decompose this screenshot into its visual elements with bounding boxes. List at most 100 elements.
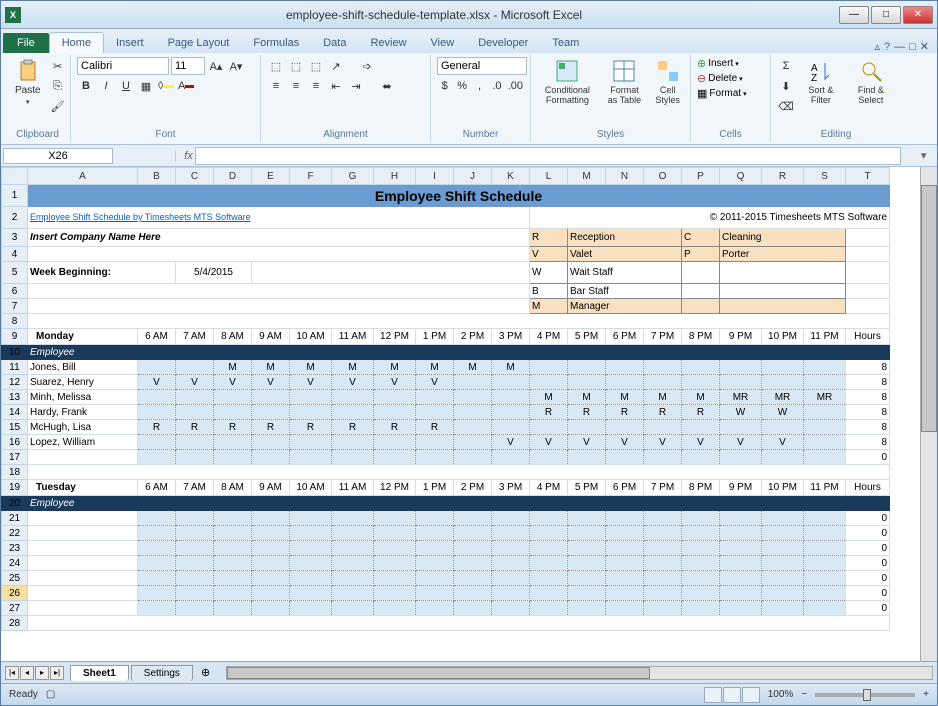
select-all-button[interactable] [2,168,28,185]
shift-cell[interactable] [530,360,568,375]
employee-name-cell[interactable] [28,571,138,586]
employee-name-cell[interactable]: Lopez, William [28,435,138,450]
shift-cell[interactable] [214,571,252,586]
row-header-20[interactable]: 20 [2,496,28,511]
shift-cell[interactable] [804,511,846,526]
tab-review[interactable]: Review [358,33,418,53]
shift-cell[interactable] [568,511,606,526]
shift-cell[interactable] [492,526,530,541]
shift-cell[interactable] [138,541,176,556]
shift-cell[interactable] [530,375,568,390]
shift-cell[interactable] [252,571,290,586]
increase-indent-button[interactable]: ⇥ [347,77,365,95]
shift-cell[interactable] [492,390,530,405]
shift-cell[interactable] [606,541,644,556]
shift-cell[interactable] [290,556,332,571]
shift-cell[interactable]: V [290,375,332,390]
shift-cell[interactable]: MR [804,390,846,405]
vertical-scrollbar[interactable] [920,167,937,661]
row-header-18[interactable]: 18 [2,465,28,480]
shift-cell[interactable] [762,556,804,571]
shift-cell[interactable] [530,420,568,435]
shift-cell[interactable] [644,526,682,541]
shift-cell[interactable]: V [138,375,176,390]
row-header-16[interactable]: 16 [2,435,28,450]
shift-cell[interactable] [214,390,252,405]
col-header-I[interactable]: I [416,168,454,185]
shift-cell[interactable]: M [332,360,374,375]
shift-cell[interactable] [762,450,804,465]
shift-cell[interactable] [214,556,252,571]
zoom-out-button[interactable]: − [801,689,807,700]
shift-cell[interactable] [214,405,252,420]
shift-cell[interactable]: V [762,435,804,450]
shift-cell[interactable]: R [682,405,720,420]
shift-cell[interactable] [332,390,374,405]
row-header-4[interactable]: 4 [2,247,28,262]
align-bottom-button[interactable]: ⬚ [307,57,325,75]
shift-cell[interactable] [492,420,530,435]
shift-cell[interactable] [644,586,682,601]
shift-cell[interactable] [290,390,332,405]
shift-cell[interactable]: R [290,420,332,435]
shift-cell[interactable] [416,390,454,405]
employee-name-cell[interactable]: McHugh, Lisa [28,420,138,435]
shift-cell[interactable] [454,586,492,601]
shift-cell[interactable] [332,435,374,450]
shift-cell[interactable] [214,526,252,541]
shift-cell[interactable] [568,571,606,586]
shift-cell[interactable] [332,450,374,465]
shift-cell[interactable] [530,526,568,541]
shift-cell[interactable] [530,541,568,556]
insert-cells-button[interactable]: ⊕Insert▾ [697,57,747,70]
shift-cell[interactable] [606,360,644,375]
help-icon[interactable]: ? [884,41,890,53]
shift-cell[interactable] [176,450,214,465]
shift-cell[interactable]: M [290,360,332,375]
increase-font-button[interactable]: A▴ [207,57,225,75]
align-top-button[interactable]: ⬚ [267,57,285,75]
expand-formula-bar-icon[interactable]: ▾ [921,149,937,162]
shift-cell[interactable] [454,511,492,526]
shift-cell[interactable] [804,526,846,541]
shift-cell[interactable]: R [176,420,214,435]
shift-cell[interactable] [138,526,176,541]
sheet-tab-sheet1[interactable]: Sheet1 [70,665,129,681]
shift-cell[interactable] [492,571,530,586]
fill-color-button[interactable]: ◊ [157,77,175,95]
autosum-button[interactable]: Σ [777,57,795,75]
row-header-24[interactable]: 24 [2,556,28,571]
minimize-button[interactable]: — [839,6,869,24]
shift-cell[interactable] [492,450,530,465]
shift-cell[interactable]: M [214,360,252,375]
employee-name-cell[interactable]: Hardy, Frank [28,405,138,420]
row-header-22[interactable]: 22 [2,526,28,541]
shift-cell[interactable] [682,526,720,541]
shift-cell[interactable] [214,586,252,601]
shift-cell[interactable] [804,405,846,420]
maximize-button[interactable]: □ [871,6,901,24]
shift-cell[interactable] [138,450,176,465]
col-header-M[interactable]: M [568,168,606,185]
font-color-button[interactable]: A [177,77,195,95]
col-header-D[interactable]: D [214,168,252,185]
row-header-11[interactable]: 11 [2,360,28,375]
tab-data[interactable]: Data [311,33,358,53]
shift-cell[interactable] [214,511,252,526]
bold-button[interactable]: B [77,77,95,95]
shift-cell[interactable] [416,405,454,420]
tab-developer[interactable]: Developer [466,33,540,53]
shift-cell[interactable] [762,541,804,556]
cut-button[interactable]: ✂ [49,57,67,75]
shift-cell[interactable] [454,601,492,616]
shift-cell[interactable] [454,390,492,405]
shift-cell[interactable] [138,586,176,601]
shift-cell[interactable] [606,601,644,616]
employee-name-cell[interactable] [28,586,138,601]
shift-cell[interactable] [214,601,252,616]
shift-cell[interactable]: R [138,420,176,435]
shift-cell[interactable]: M [252,360,290,375]
shift-cell[interactable] [454,435,492,450]
shift-cell[interactable]: V [568,435,606,450]
shift-cell[interactable]: M [682,390,720,405]
